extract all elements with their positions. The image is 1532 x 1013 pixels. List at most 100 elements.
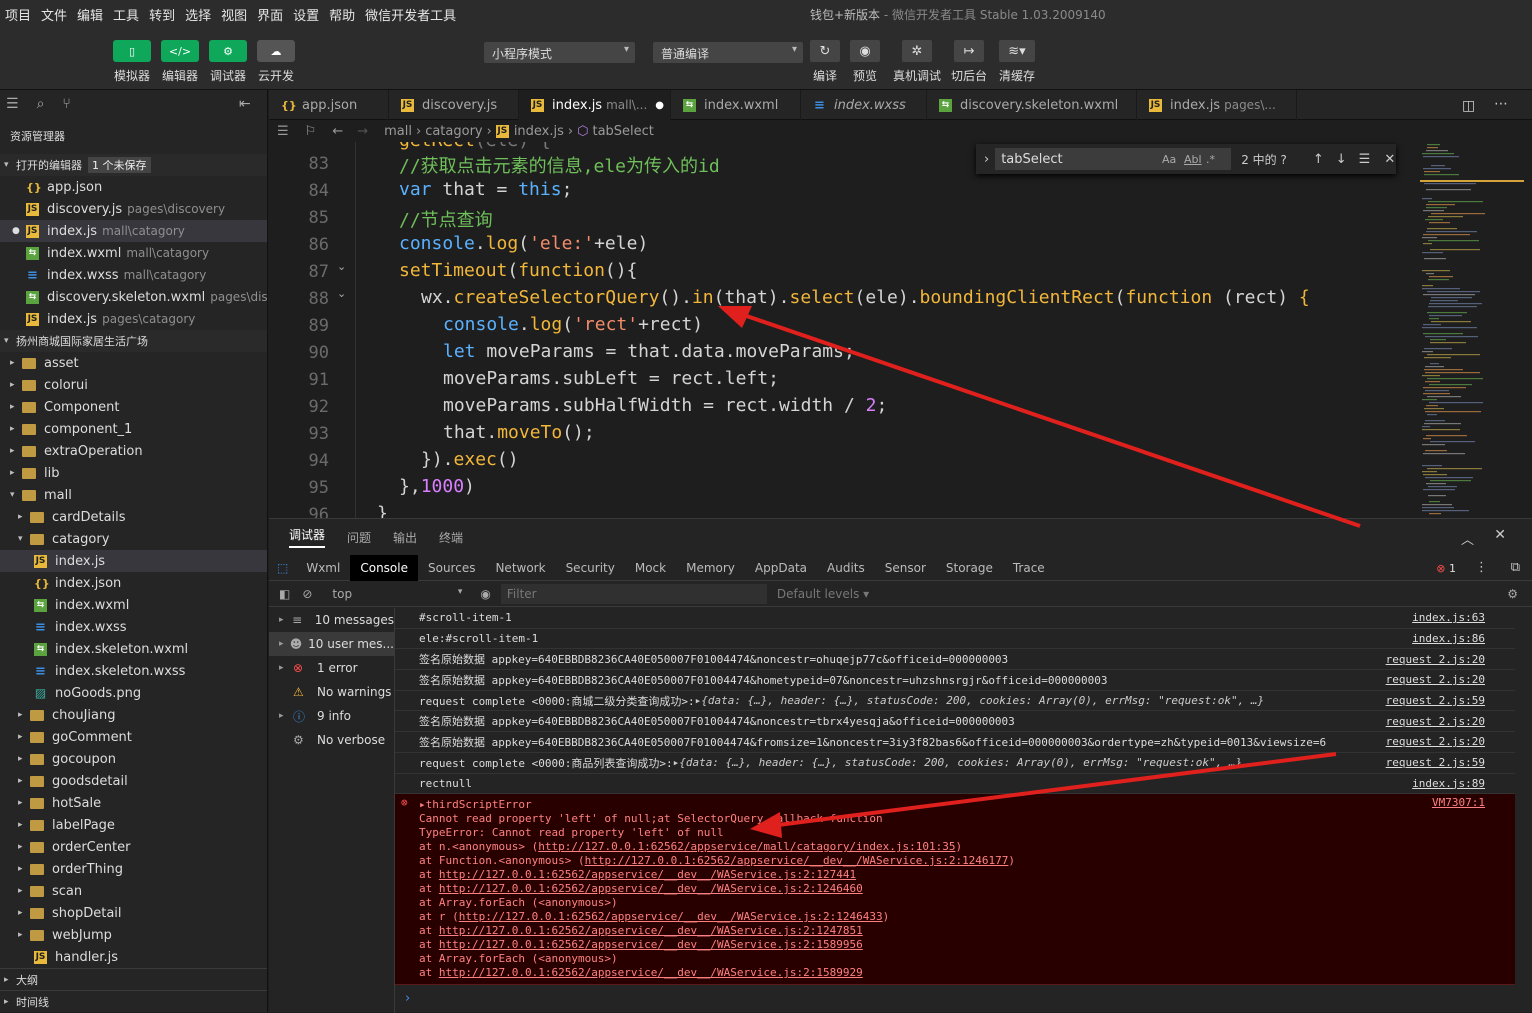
- code-editor[interactable]: 83 84 85 86 87 88 89 90 91 92 93 94 95 96 getRect(ele…: [269, 142, 1420, 518]
- context-select[interactable]: top ▾: [332, 587, 462, 601]
- compile-select[interactable]: 普通编译: [653, 42, 803, 63]
- clear-console-icon[interactable]: ⊘: [302, 587, 312, 601]
- folder-item[interactable]: ▸ lib: [0, 462, 267, 484]
- editor-tab[interactable]: ≡ index.wxss: [801, 90, 927, 120]
- panel-tab[interactable]: Sources: [418, 555, 485, 581]
- bookmark-icon[interactable]: ⚐: [305, 124, 317, 139]
- editor-toggle[interactable]: </> 编辑器: [160, 40, 200, 84]
- menu-item[interactable]: 微信开发者工具: [360, 5, 461, 24]
- stack-link[interactable]: http://127.0.0.1:62562/appservice/__dev_…: [439, 938, 863, 951]
- error-counter[interactable]: ⊗ 1: [1436, 562, 1456, 575]
- forward-icon[interactable]: →: [357, 124, 368, 139]
- source-link[interactable]: request 2.js:20: [1386, 715, 1485, 728]
- stack-link[interactable]: http://127.0.0.1:62562/appservice/__dev_…: [439, 882, 863, 895]
- debug-tab[interactable]: 输出: [393, 529, 417, 546]
- stack-link[interactable]: http://127.0.0.1:62562/appservice/__dev_…: [585, 854, 1009, 867]
- file-item[interactable]: JS index.js: [0, 550, 267, 572]
- open-file-item[interactable]: ⇆ index.wxml mall\catagory: [0, 242, 267, 264]
- stack-link[interactable]: http://127.0.0.1:62562/appservice/__dev_…: [439, 966, 863, 979]
- console-prompt[interactable]: ›: [395, 985, 1515, 1012]
- menu-item[interactable]: 选择: [180, 5, 216, 24]
- background-button[interactable]: ↦ 切后台: [949, 40, 989, 84]
- folder-item[interactable]: ▸ component_1: [0, 418, 267, 440]
- folder-item[interactable]: ▸ shopDetail: [0, 902, 267, 924]
- console-filter-item[interactable]: ⚠ No warnings: [269, 680, 394, 704]
- search-icon[interactable]: ⌕: [37, 96, 45, 112]
- folder-item[interactable]: ▸ hotSale: [0, 792, 267, 814]
- preview-button[interactable]: ◉ 预览: [845, 40, 885, 84]
- source-link[interactable]: index.js:63: [1412, 611, 1485, 624]
- debugger-toggle[interactable]: ⚙ 调试器: [208, 40, 248, 84]
- inspect-icon[interactable]: ⬚: [269, 555, 296, 581]
- fold-icon[interactable]: ⌄: [337, 260, 346, 273]
- breadcrumb-file[interactable]: index.js: [514, 124, 564, 139]
- clear-cache-button[interactable]: ≋▾ 清缓存: [997, 40, 1037, 84]
- folder-item[interactable]: ▸ cardDetails: [0, 506, 267, 528]
- source-link[interactable]: request 2.js:20: [1386, 653, 1485, 666]
- editor-tab[interactable]: JS discovery.js: [389, 90, 519, 120]
- panel-tab[interactable]: AppData: [745, 555, 817, 581]
- stack-link[interactable]: http://127.0.0.1:62562/appservice/__dev_…: [459, 910, 883, 923]
- file-item[interactable]: ▨ noGoods.png: [0, 682, 267, 704]
- file-item[interactable]: ⇆ index.skeleton.wxml: [0, 638, 267, 660]
- breadcrumb-symbol[interactable]: tabSelect: [592, 124, 653, 139]
- folder-item[interactable]: ▸ goodsdetail: [0, 770, 267, 792]
- error-title[interactable]: ▸thirdScriptError: [419, 798, 1515, 812]
- settings-icon[interactable]: ⚙: [1507, 587, 1518, 601]
- folder-item[interactable]: ▸ Component: [0, 396, 267, 418]
- editor-tab[interactable]: ⇆ index.wxml: [671, 90, 801, 120]
- menu-item[interactable]: 设置: [288, 5, 324, 24]
- list-icon[interactable]: ☰: [6, 96, 19, 112]
- back-icon[interactable]: ←: [332, 124, 343, 139]
- source-link[interactable]: index.js:89: [1412, 777, 1485, 790]
- folder-item[interactable]: ▸ goComment: [0, 726, 267, 748]
- branch-icon[interactable]: ⑂: [62, 96, 70, 112]
- toggle-replace-icon[interactable]: ›: [984, 152, 989, 167]
- folder-item[interactable]: ▸ webJump: [0, 924, 267, 946]
- more-actions-icon[interactable]: ⋯: [1494, 96, 1508, 112]
- stack-link[interactable]: http://127.0.0.1:62562/appservice/__dev_…: [439, 924, 863, 937]
- open-file-item[interactable]: ● JS index.js mall\catagory: [0, 220, 267, 242]
- folder-item[interactable]: ▸ asset: [0, 352, 267, 374]
- real-debug-button[interactable]: ✲ 真机调试: [893, 40, 941, 84]
- open-editors-section[interactable]: ▾ 打开的编辑器 1 个未保存: [0, 154, 267, 176]
- source-link[interactable]: VM7307:1: [1432, 796, 1485, 809]
- minimap[interactable]: [1420, 142, 1532, 518]
- menu-item[interactable]: 编辑: [72, 5, 108, 24]
- open-file-item[interactable]: JS discovery.js pages\discovery: [0, 198, 267, 220]
- source-link[interactable]: request 2.js:20: [1386, 735, 1485, 748]
- menu-item[interactable]: 项目: [0, 5, 36, 24]
- file-item[interactable]: ⇆ index.wxml: [0, 594, 267, 616]
- menu-item[interactable]: 转到: [144, 5, 180, 24]
- open-file-item[interactable]: JS index.js pages\catagory: [0, 308, 267, 330]
- panel-tab[interactable]: Mock: [625, 555, 676, 581]
- panel-tab[interactable]: Wxml: [296, 555, 350, 581]
- dock-icon[interactable]: ⧉: [1511, 560, 1520, 575]
- project-section[interactable]: ▾ 扬州商城国际家居生活广场: [0, 330, 267, 352]
- source-link[interactable]: index.js:86: [1412, 632, 1485, 645]
- message-object[interactable]: ▸{data: {…}, header: {…}, statusCode: 20…: [673, 756, 1243, 769]
- breadcrumb-mall[interactable]: mall: [384, 124, 412, 139]
- match-case-toggle[interactable]: Aa: [1162, 153, 1176, 166]
- list-icon[interactable]: ☰: [277, 124, 289, 139]
- breadcrumb-catagory[interactable]: catagory: [425, 124, 482, 139]
- file-item[interactable]: ≡ index.skeleton.wxss: [0, 660, 267, 682]
- source-link[interactable]: request 2.js:20: [1386, 673, 1485, 686]
- editor-tab[interactable]: JS index.js pages\...: [1137, 90, 1297, 120]
- close-icon[interactable]: ✕: [1384, 152, 1395, 167]
- file-item[interactable]: JS handler.js: [0, 946, 267, 968]
- regex-toggle[interactable]: .*: [1206, 153, 1215, 166]
- timeline-section[interactable]: ▸ 时间线: [0, 990, 267, 1012]
- debug-tab[interactable]: 调试器: [289, 526, 326, 548]
- source-link[interactable]: request 2.js:59: [1386, 694, 1485, 707]
- kebab-menu-icon[interactable]: ⋮: [1475, 560, 1488, 575]
- panel-tab[interactable]: Storage: [936, 555, 1003, 581]
- filter-input[interactable]: Filter: [500, 583, 767, 604]
- panel-tab[interactable]: Audits: [817, 555, 875, 581]
- file-item[interactable]: {} index.json: [0, 572, 267, 594]
- selection-icon[interactable]: ☰: [1359, 152, 1371, 167]
- folder-item[interactable]: ▸ gocoupon: [0, 748, 267, 770]
- console-filter-item[interactable]: ▸ ⓘ 9 info: [269, 704, 394, 728]
- menu-item[interactable]: 文件: [36, 5, 72, 24]
- open-file-item[interactable]: {} app.json: [0, 176, 267, 198]
